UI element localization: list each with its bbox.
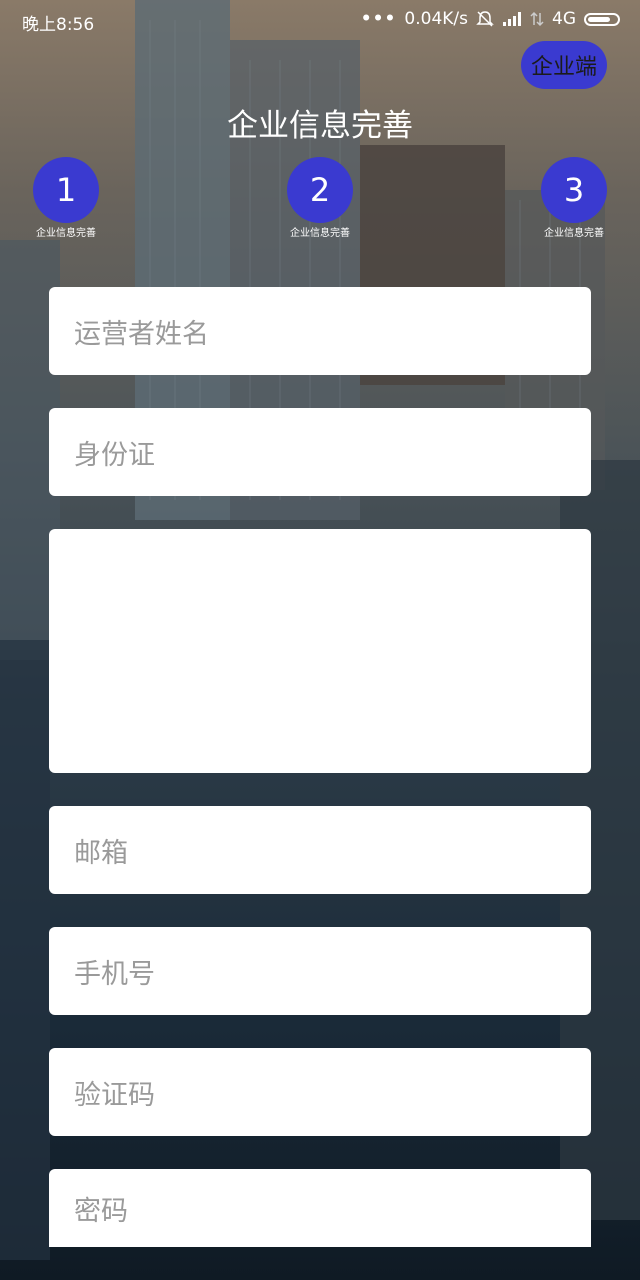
signal-icon (503, 12, 521, 26)
step-3-circle: 3 (541, 157, 607, 223)
status-time: 晚上8:56 (22, 15, 95, 35)
step-1[interactable]: 1 企业信息完善 (26, 157, 106, 239)
step-1-circle: 1 (33, 157, 99, 223)
screen: 晚上8:56 ••• 0.04K/s 4G 企业端 企业信息完善 1 企业信息完… (0, 0, 640, 1280)
email-input[interactable]: 邮箱 (49, 806, 591, 894)
step-1-label: 企业信息完善 (36, 228, 96, 239)
verification-code-input[interactable]: 验证码 (49, 1048, 591, 1136)
step-3[interactable]: 3 企业信息完善 (534, 157, 614, 239)
battery-icon (584, 12, 620, 26)
corp-mode-button[interactable]: 企业端 (521, 41, 607, 89)
operator-name-input[interactable]: 运营者姓名 (49, 287, 591, 375)
bell-muted-icon (476, 11, 494, 27)
phone-input[interactable]: 手机号 (49, 927, 591, 1015)
upload-area[interactable] (49, 529, 591, 773)
network-type: 4G (552, 9, 576, 29)
password-input[interactable]: 密码 (49, 1169, 591, 1247)
status-icons: ••• 0.04K/s 4G (361, 9, 620, 29)
step-3-label: 企业信息完善 (544, 228, 604, 239)
step-2[interactable]: 2 企业信息完善 (280, 157, 360, 239)
step-2-label: 企业信息完善 (290, 228, 350, 239)
id-card-input[interactable]: 身份证 (49, 408, 591, 496)
network-speed: 0.04K/s (404, 9, 468, 29)
signal-alt-icon (530, 11, 544, 27)
page-title: 企业信息完善 (227, 108, 413, 144)
status-bar: 晚上8:56 ••• 0.04K/s 4G (0, 0, 640, 40)
more-dots-icon: ••• (360, 9, 397, 29)
step-2-circle: 2 (287, 157, 353, 223)
